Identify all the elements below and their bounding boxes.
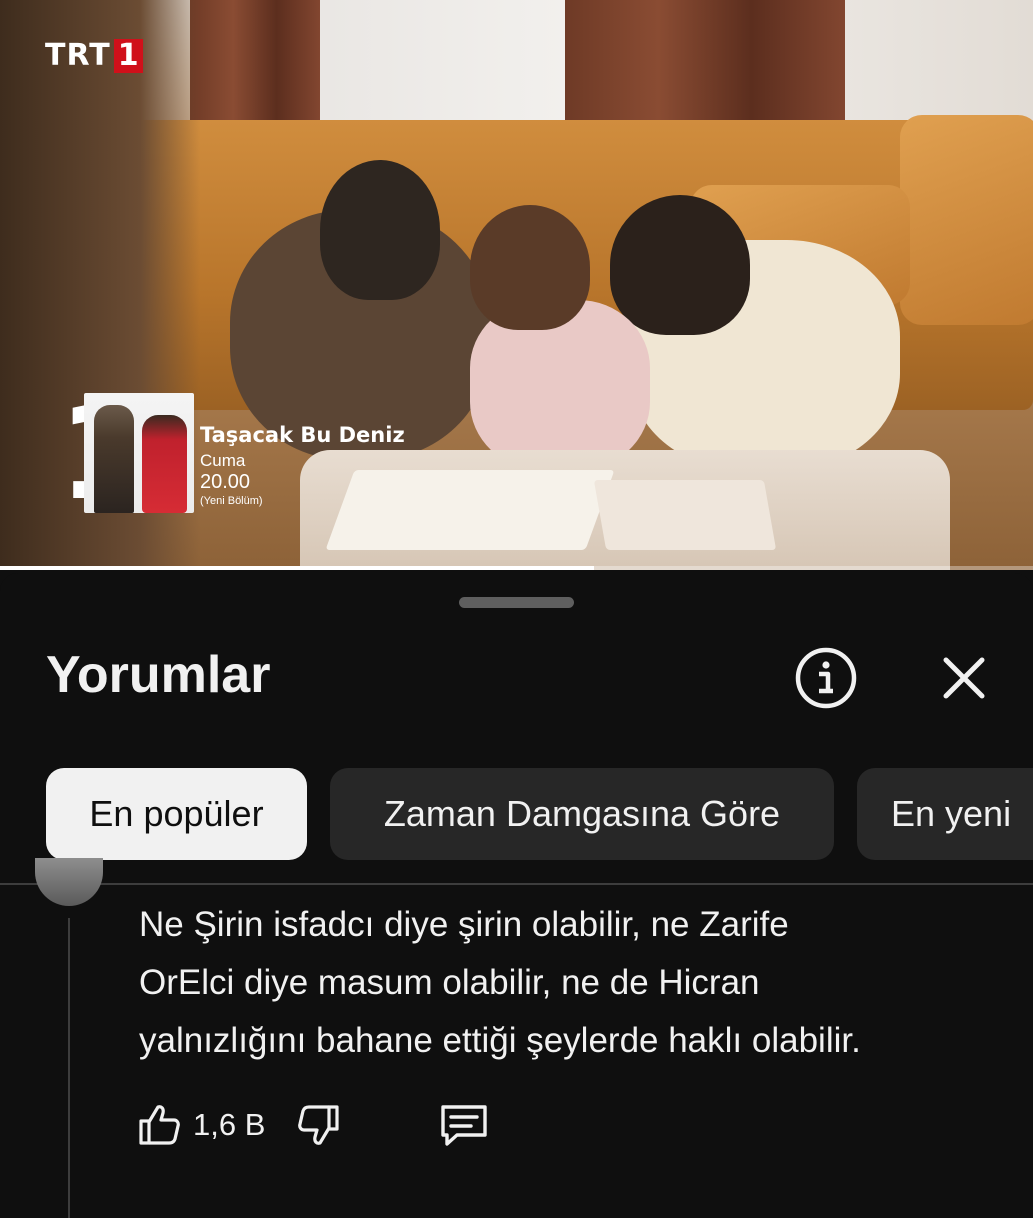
close-button[interactable] xyxy=(929,643,999,713)
trt1-logo: TRT 1 xyxy=(45,38,143,73)
info-button[interactable] xyxy=(791,643,861,713)
person-child-head xyxy=(470,205,590,330)
comment-actions: 1,6 B xyxy=(135,1101,535,1157)
promo-day: Cuma xyxy=(200,451,246,470)
logo-text: TRT xyxy=(45,38,111,73)
comment-line: OrElci diye masum olabilir, ne de Hicran xyxy=(139,963,760,1002)
reply-button[interactable] xyxy=(437,1101,491,1149)
curtain xyxy=(565,0,845,140)
comment-line: Ne Şirin isfadcı diye şirin olabilir, ne… xyxy=(139,905,789,944)
like-count: 1,6 B xyxy=(193,1107,266,1142)
poster-man xyxy=(94,405,134,513)
person-woman-head xyxy=(320,160,440,300)
promo-note: (Yeni Bölüm) xyxy=(200,495,263,507)
video-progress-fill xyxy=(0,566,594,570)
show-promo-banner: 1 Taşacak Bu Deniz Cuma 20.00 (Yeni Bölü… xyxy=(58,388,458,518)
comments-title: Yorumlar xyxy=(46,646,271,704)
comments-sheet: Yorumlar En popüler Zaman Damgasına Göre… xyxy=(0,573,1033,1218)
promo-title: Taşacak Bu Deniz xyxy=(200,423,405,447)
chip-newest[interactable]: En yeni xyxy=(857,768,1033,860)
promo-time: 20.00 xyxy=(200,471,251,493)
poster-woman xyxy=(142,415,187,513)
info-circle-icon xyxy=(795,647,857,709)
thumbs-up-icon xyxy=(139,1105,180,1145)
person-girl-head xyxy=(610,195,750,335)
cushion xyxy=(900,115,1033,325)
crayon-box xyxy=(593,480,777,550)
video-player[interactable]: TRT 1 1 Taşacak Bu Deniz Cuma 20.00 (Yen… xyxy=(0,0,1033,570)
sort-chips: En popüler Zaman Damgasına Göre En yeni xyxy=(46,768,1033,860)
divider xyxy=(0,883,1033,885)
like-button[interactable]: 1,6 B xyxy=(135,1101,265,1149)
thumbs-down-icon xyxy=(298,1105,339,1145)
comment-line: yalnızlığını bahane ettiği şeylerde hakl… xyxy=(139,1021,861,1060)
video-progress-bar[interactable] xyxy=(0,566,1033,570)
promo-poster xyxy=(84,393,194,513)
drag-handle[interactable] xyxy=(459,597,574,608)
reply-comment-icon xyxy=(441,1105,487,1146)
dislike-button[interactable] xyxy=(295,1101,343,1149)
avatar[interactable] xyxy=(35,858,103,906)
chip-most-popular[interactable]: En popüler xyxy=(46,768,307,860)
thread-line xyxy=(68,918,70,1218)
chip-timestamp[interactable]: Zaman Damgasına Göre xyxy=(330,768,834,860)
close-icon xyxy=(943,657,985,699)
comment-text: Ne Şirin isfadcı diye şirin olabilir, ne… xyxy=(139,896,999,1070)
logo-number: 1 xyxy=(113,38,143,73)
curtain xyxy=(190,0,320,140)
